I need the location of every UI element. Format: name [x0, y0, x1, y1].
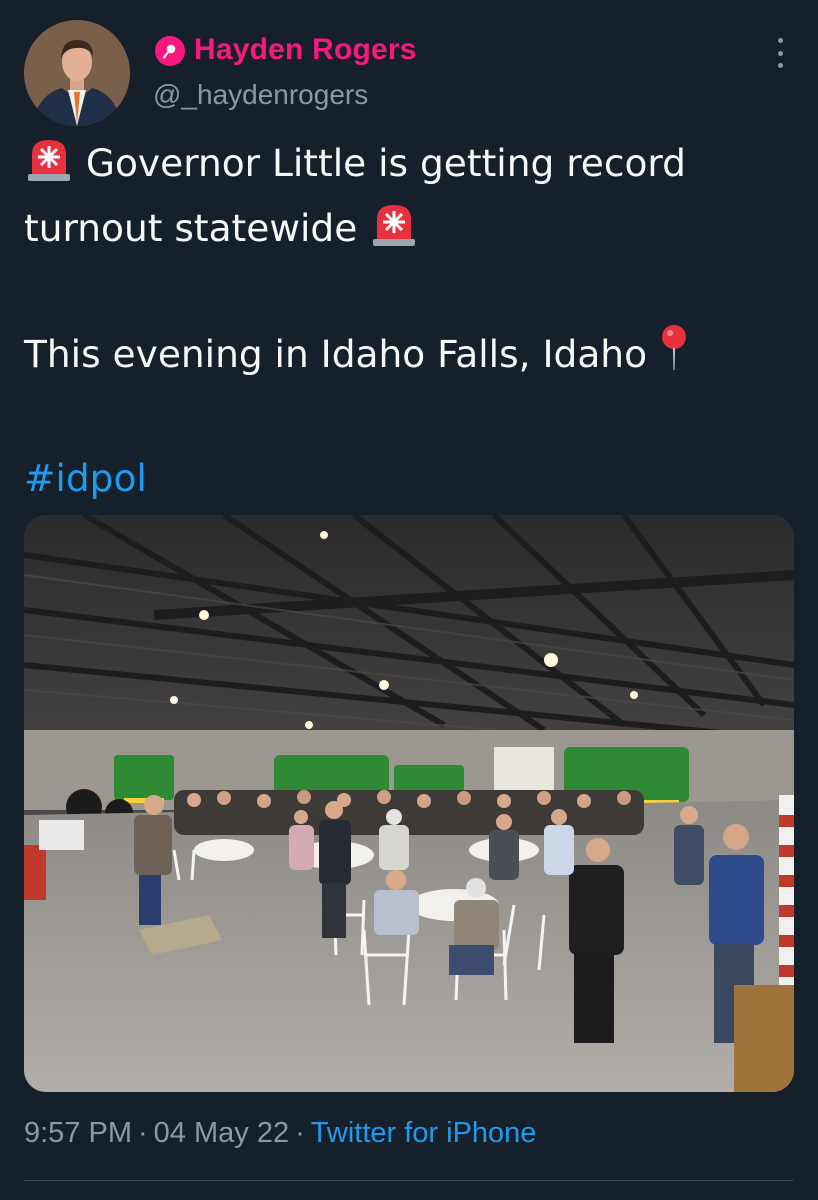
round-pushpin-icon	[659, 323, 689, 390]
more-options-icon[interactable]	[770, 38, 790, 68]
meta-separator: ·	[138, 1117, 148, 1149]
tweet-meta: 9:57 PM · 04 May 22 · Twitter for iPhone	[24, 1117, 536, 1150]
author-row: Hayden Rogers	[155, 30, 417, 70]
rotating-light-icon	[369, 201, 419, 264]
author-name[interactable]: Hayden Rogers	[194, 33, 417, 67]
tweet-source-link[interactable]: Twitter for iPhone	[311, 1117, 537, 1149]
tweet-text: Governor Little is getting record turnou…	[24, 134, 794, 508]
tweet-time[interactable]: 9:57 PM	[24, 1117, 132, 1149]
tweet-line-4: #idpol	[24, 449, 794, 508]
tweet-line-1: Governor Little is getting record	[24, 134, 794, 199]
divider	[24, 1180, 794, 1181]
tweet-line-2-text: turnout statewide	[24, 206, 358, 250]
author-handle[interactable]: @_haydenrogers	[153, 79, 368, 111]
event-photo	[24, 515, 794, 1092]
tweet-line-1-text: Governor Little is getting record	[85, 141, 686, 185]
rotating-light-icon	[24, 136, 74, 199]
verified-pin-icon	[155, 36, 185, 66]
hashtag-link[interactable]: #idpol	[24, 456, 147, 500]
avatar-photo	[24, 20, 130, 126]
tweet-date[interactable]: 04 May 22	[154, 1117, 289, 1149]
avatar[interactable]	[24, 20, 130, 126]
tweet-line-2: turnout statewide	[24, 199, 794, 264]
tweet-line-3-text: This evening in Idaho Falls, Idaho	[24, 332, 648, 376]
tweet-photo[interactable]	[24, 515, 794, 1092]
tweet-line-3: This evening in Idaho Falls, Idaho	[24, 323, 794, 390]
meta-separator: ·	[295, 1117, 305, 1149]
